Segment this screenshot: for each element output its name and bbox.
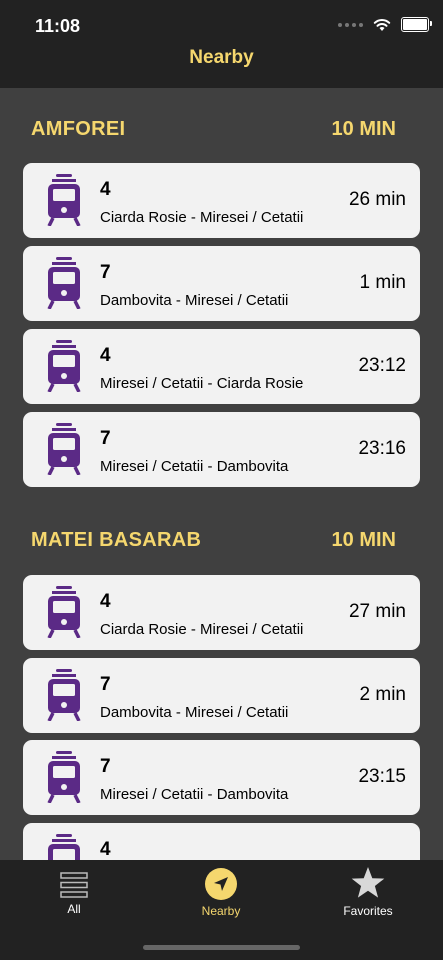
arrival-time: 26 min — [348, 189, 406, 210]
route-name: Miresei / Cetatii - Ciarda Rosie — [100, 375, 304, 392]
page-title: Nearby — [189, 47, 254, 68]
tab-label: All — [67, 902, 81, 916]
tram-icon — [47, 669, 81, 721]
nav-header: 11:08 Nearby — [0, 0, 443, 88]
departure-card[interactable]: 4 Miresei / Cetatii - Ciarda Rosie 23:12 — [23, 329, 420, 404]
arrival-time: 1 min — [359, 272, 406, 293]
station-header: AMFOREI 10 MIN — [0, 118, 443, 148]
departure-card[interactable]: 7 Miresei / Cetatii - Dambovita 23:15 — [23, 740, 420, 815]
route-name: Ciarda Rosie - Miresei / Cetatii — [100, 209, 304, 226]
star-icon — [351, 867, 385, 898]
home-indicator[interactable] — [143, 945, 300, 950]
arrival-time: 23:12 — [358, 355, 406, 376]
arrival-time: 23:16 — [358, 438, 406, 459]
signal-icon — [338, 22, 363, 27]
departure-card[interactable]: 7 Dambovita - Miresei / Cetatii 1 min — [23, 246, 420, 321]
tram-icon — [48, 834, 80, 860]
line-number: 4 — [100, 591, 111, 612]
route-name: Dambovita - Miresei / Cetatii — [100, 704, 289, 721]
tab-all[interactable]: All — [14, 868, 134, 916]
departure-card[interactable]: 4 Ciarda Rosie - Miresei / Cetatii 27 mi… — [23, 575, 420, 650]
station-name: MATEI BASARAB — [31, 529, 202, 551]
tab-nearby[interactable]: Nearby — [161, 868, 281, 918]
tram-icon — [47, 340, 81, 392]
line-number: 7 — [100, 262, 111, 283]
status-indicators — [338, 17, 432, 32]
arrival-time: 23:15 — [358, 766, 406, 787]
station-header: MATEI BASARAB 10 MIN — [0, 529, 443, 559]
route-name: Miresei / Cetatii - Dambovita — [100, 458, 289, 475]
line-number: 4 — [100, 839, 111, 860]
tram-icon — [47, 423, 81, 475]
route-name: Dambovita - Miresei / Cetatii — [100, 292, 289, 309]
station-walk-time: 10 MIN — [331, 529, 396, 551]
tram-icon — [47, 257, 81, 309]
list-icon — [60, 872, 88, 898]
arrival-time: 27 min — [348, 601, 406, 622]
route-name: Ciarda Rosie - Miresei / Cetatii — [100, 621, 304, 638]
arrival-time: 2 min — [359, 684, 406, 705]
route-name: Miresei / Cetatii - Dambovita — [100, 786, 289, 803]
line-number: 7 — [100, 756, 111, 777]
departure-card[interactable]: 4 Ciarda Rosie - Miresei / Cetatii 26 mi… — [23, 163, 420, 238]
tram-icon — [47, 751, 81, 803]
battery-icon — [401, 17, 432, 32]
line-number: 7 — [100, 428, 111, 449]
line-number: 4 — [100, 179, 111, 200]
wifi-icon — [373, 18, 391, 31]
nearby-list[interactable]: AMFOREI 10 MIN 4 Ciarda Rosie - Miresei … — [0, 88, 443, 860]
tram-icon — [47, 586, 81, 638]
tram-icon — [47, 174, 81, 226]
location-arrow-icon — [205, 868, 237, 900]
tab-label: Favorites — [343, 904, 393, 918]
line-number: 4 — [100, 345, 111, 366]
tab-favorites[interactable]: Favorites — [308, 867, 428, 918]
station-walk-time: 10 MIN — [331, 118, 396, 140]
tab-label: Nearby — [201, 904, 241, 918]
line-number: 7 — [100, 674, 111, 695]
departure-card[interactable]: 7 Miresei / Cetatii - Dambovita 23:16 — [23, 412, 420, 487]
status-time: 11:08 — [35, 16, 81, 36]
departure-card[interactable]: 7 Dambovita - Miresei / Cetatii 2 min — [23, 658, 420, 733]
departure-card[interactable]: 4 — [23, 823, 420, 860]
station-name: AMFOREI — [31, 118, 126, 140]
